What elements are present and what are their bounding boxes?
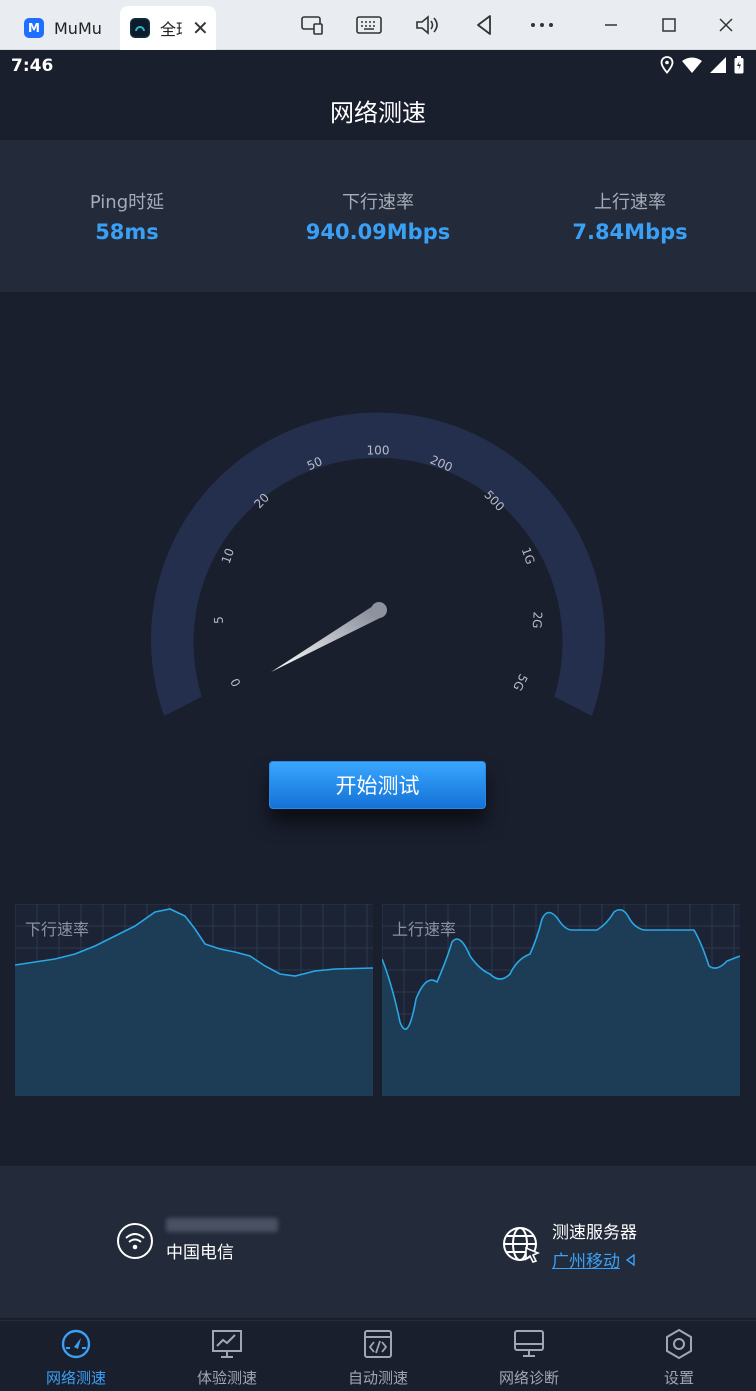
server-name-link[interactable]: 广州移动 <box>552 1247 637 1272</box>
location-icon <box>660 56 674 74</box>
screen-cast-icon[interactable] <box>298 11 326 39</box>
nav-label: 网络诊断 <box>498 1369 559 1387</box>
network-block: 中国电信 <box>116 1218 278 1263</box>
app-header: 网络测速 <box>0 82 756 138</box>
emulator-titlebar: M MuMu 全球网测 ✕ <box>0 0 756 50</box>
globe-cursor-icon <box>503 1227 540 1263</box>
gauge-scale-label: 0 <box>228 676 244 689</box>
tab-title: MuMu <box>54 18 102 38</box>
download-value: 940.09Mbps <box>305 220 451 244</box>
keyboard-icon[interactable] <box>355 11 383 39</box>
upload-label: 上行速率 <box>594 192 666 213</box>
status-bar: 7:46 <box>0 50 756 82</box>
nav-item-experience[interactable]: 体验测速 <box>172 1327 282 1388</box>
back-icon[interactable] <box>470 11 498 39</box>
maximize-icon[interactable] <box>655 11 683 39</box>
tab-title: 全球网测 <box>160 20 182 39</box>
ping-value: 58ms <box>95 220 159 244</box>
network-carrier: 中国电信 <box>166 1243 234 1263</box>
more-icon[interactable] <box>528 11 556 39</box>
download-stat: 下行速率 940.09Mbps <box>253 188 503 244</box>
monitor-icon <box>514 1330 544 1357</box>
gauge-scale-label: 100 <box>367 444 390 458</box>
speedometer-icon <box>61 1329 91 1359</box>
network-name-redacted <box>166 1218 278 1232</box>
stats-panel: Ping时延 58ms 下行速率 940.09Mbps 上行速率 7.84Mbp… <box>0 140 756 292</box>
nav-label: 自动测速 <box>347 1369 408 1387</box>
status-time: 7:46 <box>11 56 54 76</box>
experience-chart-icon <box>212 1330 242 1358</box>
nav-item-auto[interactable]: 自动测速 <box>323 1327 433 1388</box>
close-tab-icon[interactable]: ✕ <box>192 16 209 40</box>
download-chart-label: 下行速率 <box>25 920 90 939</box>
nav-item-settings[interactable]: 设置 <box>624 1327 734 1388</box>
gauge-scale-label: 5 <box>212 616 226 625</box>
tab-app[interactable]: 全球网测 ✕ <box>120 6 216 50</box>
close-window-icon[interactable] <box>712 11 740 39</box>
network-info-panel: 中国电信 测速服务器 广州移动 <box>0 1166 756 1318</box>
nav-label: 设置 <box>663 1369 694 1387</box>
download-chart: 下行速率 <box>14 903 374 1096</box>
signal-icon <box>710 57 726 73</box>
status-icons <box>660 56 744 74</box>
triangle-left-icon <box>626 1253 635 1266</box>
mumu-logo-icon: M <box>24 18 44 38</box>
download-label: 下行速率 <box>342 192 414 213</box>
server-block[interactable]: 测速服务器 广州移动 <box>502 1218 637 1272</box>
gauge-needle <box>271 602 387 672</box>
bottom-nav: 网络测速 体验测速 自动测速 网络诊断 设置 <box>0 1320 756 1391</box>
gauge-scale-label: 1G <box>519 546 538 567</box>
nav-label: 体验测速 <box>196 1369 257 1387</box>
gauge-scale-label: 10 <box>219 546 237 565</box>
tab-mumu[interactable]: M MuMu <box>14 6 118 50</box>
nav-item-speedtest[interactable]: 网络测速 <box>21 1327 131 1388</box>
upload-value: 7.84Mbps <box>572 220 688 244</box>
upload-chart: 上行速率 <box>381 903 741 1096</box>
wifi-circle-icon <box>117 1222 153 1259</box>
ping-label: Ping时延 <box>89 192 165 213</box>
wifi-icon <box>682 57 702 73</box>
speed-gauge: 051020501002005001G2G5G <box>150 412 605 716</box>
start-test-button[interactable]: 开始测试 <box>269 761 486 809</box>
code-icon <box>364 1330 392 1358</box>
gauge-scale-label: 2G <box>530 611 545 629</box>
minimize-icon[interactable] <box>597 11 625 39</box>
nav-label: 网络测速 <box>45 1369 106 1387</box>
upload-chart-label: 上行速率 <box>392 920 457 939</box>
nav-item-diagnose[interactable]: 网络诊断 <box>474 1327 584 1388</box>
battery-icon <box>734 56 744 74</box>
app-logo-icon <box>130 18 150 38</box>
volume-icon[interactable] <box>413 11 441 39</box>
server-name: 广州移动 <box>552 1252 620 1272</box>
page-title: 网络测速 <box>330 98 426 127</box>
gauge-track <box>150 412 605 716</box>
ping-stat: Ping时延 58ms <box>2 188 252 244</box>
hexagon-settings-icon <box>666 1328 692 1360</box>
upload-stat: 上行速率 7.84Mbps <box>505 188 755 244</box>
gauge-scale-label: 5G <box>510 672 530 693</box>
server-title: 测速服务器 <box>552 1223 637 1243</box>
